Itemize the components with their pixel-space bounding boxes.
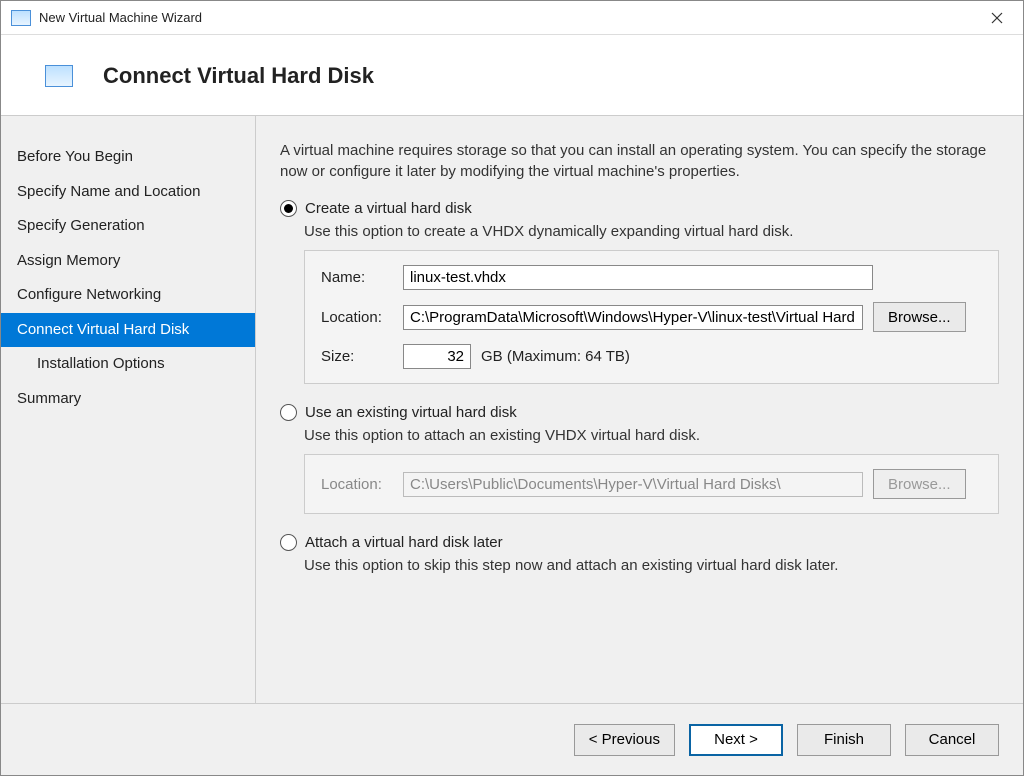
size-suffix: GB (Maximum: 64 TB) (481, 348, 630, 365)
radio-create[interactable] (280, 200, 297, 217)
option-existing-header[interactable]: Use an existing virtual hard disk (280, 404, 999, 421)
radio-later[interactable] (280, 534, 297, 551)
option-existing-label: Use an existing virtual hard disk (305, 404, 517, 421)
name-label: Name: (321, 269, 393, 286)
row-location: Location: Browse... (321, 302, 982, 332)
browse-create-button[interactable]: Browse... (873, 302, 966, 332)
cancel-button[interactable]: Cancel (905, 724, 999, 756)
option-later-block: Attach a virtual hard disk later Use thi… (280, 534, 999, 574)
option-create-label: Create a virtual hard disk (305, 200, 472, 217)
option-later-header[interactable]: Attach a virtual hard disk later (280, 534, 999, 551)
location-label: Location: (321, 309, 393, 326)
titlebar: New Virtual Machine Wizard (1, 1, 1023, 35)
option-existing-block: Use an existing virtual hard disk Use th… (280, 404, 999, 514)
wizard-content: A virtual machine requires storage so th… (256, 116, 1023, 703)
existing-location-input (403, 472, 863, 497)
wizard-steps-sidebar: Before You Begin Specify Name and Locati… (1, 116, 256, 703)
intro-text: A virtual machine requires storage so th… (280, 140, 999, 182)
option-later-label: Attach a virtual hard disk later (305, 534, 503, 551)
finish-button[interactable]: Finish (797, 724, 891, 756)
size-label: Size: (321, 348, 393, 365)
name-input[interactable] (403, 265, 873, 290)
window-title: New Virtual Machine Wizard (39, 10, 977, 25)
row-existing-location: Location: Browse... (321, 469, 982, 499)
step-assign-memory[interactable]: Assign Memory (1, 244, 255, 279)
wizard-header: Connect Virtual Hard Disk (1, 35, 1023, 116)
size-input[interactable] (403, 344, 471, 369)
step-installation-options[interactable]: Installation Options (1, 347, 255, 382)
step-before-you-begin[interactable]: Before You Begin (1, 140, 255, 175)
row-name: Name: (321, 265, 982, 290)
create-panel: Name: Location: Browse... Size: GB (Maxi… (304, 250, 999, 384)
existing-location-label: Location: (321, 476, 393, 493)
option-create-block: Create a virtual hard disk Use this opti… (280, 200, 999, 384)
option-create-desc: Use this option to create a VHDX dynamic… (304, 223, 999, 240)
browse-existing-button: Browse... (873, 469, 966, 499)
option-existing-desc: Use this option to attach an existing VH… (304, 427, 999, 444)
close-button[interactable] (977, 3, 1017, 33)
page-title: Connect Virtual Hard Disk (103, 63, 374, 89)
step-summary[interactable]: Summary (1, 382, 255, 417)
app-icon (11, 10, 31, 26)
option-later-desc: Use this option to skip this step now an… (304, 557, 999, 574)
wizard-window: New Virtual Machine Wizard Connect Virtu… (0, 0, 1024, 776)
wizard-footer: < Previous Next > Finish Cancel (1, 703, 1023, 775)
wizard-header-icon (45, 65, 73, 87)
next-button[interactable]: Next > (689, 724, 783, 756)
step-connect-vhd[interactable]: Connect Virtual Hard Disk (1, 313, 255, 348)
option-create-header[interactable]: Create a virtual hard disk (280, 200, 999, 217)
step-configure-networking[interactable]: Configure Networking (1, 278, 255, 313)
wizard-body: Before You Begin Specify Name and Locati… (1, 116, 1023, 703)
step-specify-name-location[interactable]: Specify Name and Location (1, 175, 255, 210)
existing-panel: Location: Browse... (304, 454, 999, 514)
radio-existing[interactable] (280, 404, 297, 421)
close-icon (991, 12, 1003, 24)
previous-button[interactable]: < Previous (574, 724, 675, 756)
row-size: Size: GB (Maximum: 64 TB) (321, 344, 982, 369)
location-input[interactable] (403, 305, 863, 330)
step-specify-generation[interactable]: Specify Generation (1, 209, 255, 244)
